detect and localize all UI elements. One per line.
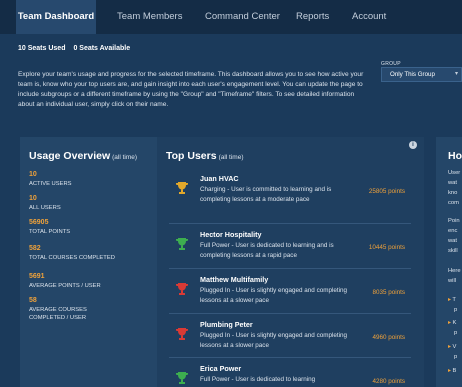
user-status: Charging - User is committed to learning… xyxy=(200,186,332,203)
top-users-title: Top Users (all time) xyxy=(166,150,244,162)
user-points: 10445 points xyxy=(368,244,405,251)
stat-total-points: 56905 TOTAL POINTS xyxy=(29,219,70,236)
usage-overview-panel: Usage Overview (all time) 10 ACTIVE USERS… xyxy=(20,137,157,387)
seats-summary: 10 Seats Used 0 Seats Available xyxy=(18,45,136,52)
info-icon[interactable]: i xyxy=(409,141,417,149)
user-status: Plugged In - User is slightly engaged an… xyxy=(200,332,348,349)
how-panel-bullet: ▸ T xyxy=(448,297,456,303)
stat-value: 10 xyxy=(29,171,37,178)
trophy-icon xyxy=(176,283,188,295)
stat-active-users: 10 ACTIVE USERS xyxy=(29,171,72,188)
usage-overview-heading: Usage Overview xyxy=(29,150,111,162)
user-name-link[interactable]: Erica Power xyxy=(200,364,241,373)
seats-available: 0 Seats Available xyxy=(73,45,131,52)
stat-label: ALL USERS xyxy=(29,205,61,211)
top-user-row[interactable]: Hector Hospitality Full Power - User is … xyxy=(169,223,411,268)
how-panel-text: p xyxy=(454,307,458,313)
tab-team-members[interactable]: Team Members xyxy=(117,0,182,34)
stat-all-users: 10 ALL USERS xyxy=(29,195,61,212)
user-name-link[interactable]: Hector Hospitality xyxy=(200,230,262,239)
stat-value: 582 xyxy=(29,245,41,252)
how-panel-bullet: ▸ K xyxy=(448,320,457,326)
how-panel-bullet-text: V xyxy=(452,344,457,350)
how-panel-title: How xyxy=(448,150,462,162)
how-panel-text: will xyxy=(448,278,457,284)
trophy-icon xyxy=(176,328,188,340)
top-user-row[interactable]: Plumbing Peter Plugged In - User is slig… xyxy=(169,313,411,358)
trophy-icon xyxy=(176,182,188,194)
how-panel-text: kno xyxy=(448,190,458,196)
dashboard-description: Explore your team's usage and progress f… xyxy=(18,71,364,108)
how-panel-bullet-text: T xyxy=(452,297,456,303)
how-panel-bullet: ▸ V xyxy=(448,344,457,350)
user-points: 25805 points xyxy=(368,188,405,195)
user-status: Plugged In - User is slightly engaged an… xyxy=(200,287,348,304)
stat-label: AVERAGE POINTS / USER xyxy=(29,283,101,289)
stat-value: 10 xyxy=(29,195,37,202)
group-select[interactable]: Only This Group ▾ xyxy=(381,67,462,82)
tab-team-dashboard[interactable]: Team Dashboard xyxy=(16,0,96,34)
stat-average-courses: 58 AVERAGE COURSES COMPLETED / USER xyxy=(29,297,109,322)
how-panel-text: Poin xyxy=(448,218,460,224)
group-select-value: Only This Group xyxy=(390,71,435,78)
tab-command-center[interactable]: Command Center xyxy=(205,0,280,34)
chevron-down-icon: ▾ xyxy=(454,71,458,77)
how-panel-text: p xyxy=(454,330,458,336)
how-panel-text: p xyxy=(454,354,458,360)
user-status: Full Power - User is dedicated to learni… xyxy=(200,376,316,383)
seats-used: 10 Seats Used xyxy=(18,45,66,52)
tab-account[interactable]: Account xyxy=(352,0,386,34)
top-nav: Team Dashboard Team Members Command Cent… xyxy=(0,0,462,34)
stat-value: 56905 xyxy=(29,219,49,226)
how-panel-text: enc xyxy=(448,228,458,234)
top-user-row[interactable]: Matthew Multifamily Plugged In - User is… xyxy=(169,268,411,313)
top-users-heading: Top Users xyxy=(166,150,217,162)
how-panel-text: Here xyxy=(448,268,461,274)
user-name-link[interactable]: Matthew Multifamily xyxy=(200,275,268,284)
how-panel-text: User xyxy=(448,170,461,176)
top-users-subtitle: (all time) xyxy=(218,154,244,161)
trophy-icon xyxy=(176,372,188,384)
top-user-row[interactable]: Erica Power Full Power - User is dedicat… xyxy=(169,357,411,387)
user-points: 4280 points xyxy=(372,378,405,385)
tab-reports[interactable]: Reports xyxy=(296,0,329,34)
usage-overview-title: Usage Overview (all time) xyxy=(29,150,137,162)
user-points: 8035 points xyxy=(372,289,405,296)
stat-value: 58 xyxy=(29,297,37,304)
user-status: Full Power - User is dedicated to learni… xyxy=(200,242,334,259)
stat-value: 5691 xyxy=(29,273,45,280)
how-panel-text: wat xyxy=(448,238,458,244)
usage-overview-subtitle: (all time) xyxy=(112,154,138,161)
stat-average-points: 5691 AVERAGE POINTS / USER xyxy=(29,273,101,290)
how-panel-bullet: ▸ B xyxy=(448,368,457,374)
stat-label: ACTIVE USERS xyxy=(29,181,72,187)
user-points: 4960 points xyxy=(372,334,405,341)
how-panel-bullet-text: B xyxy=(452,368,457,374)
user-name-link[interactable]: Juan HVAC xyxy=(200,174,239,183)
stat-label: TOTAL POINTS xyxy=(29,229,71,235)
stat-total-courses: 582 TOTAL COURSES COMPLETED xyxy=(29,245,115,262)
trophy-icon xyxy=(176,238,188,250)
stat-label: TOTAL COURSES COMPLETED xyxy=(29,255,115,261)
how-panel-text: skill xyxy=(448,248,458,254)
how-panel-text: wat xyxy=(448,180,458,186)
how-panel-bullet-text: K xyxy=(452,320,457,326)
stat-label: AVERAGE COURSES COMPLETED / USER xyxy=(29,307,87,321)
how-panel-text: com xyxy=(448,200,459,206)
top-user-row[interactable]: Juan HVAC Charging - User is committed t… xyxy=(169,168,411,213)
user-name-link[interactable]: Plumbing Peter xyxy=(200,320,253,329)
